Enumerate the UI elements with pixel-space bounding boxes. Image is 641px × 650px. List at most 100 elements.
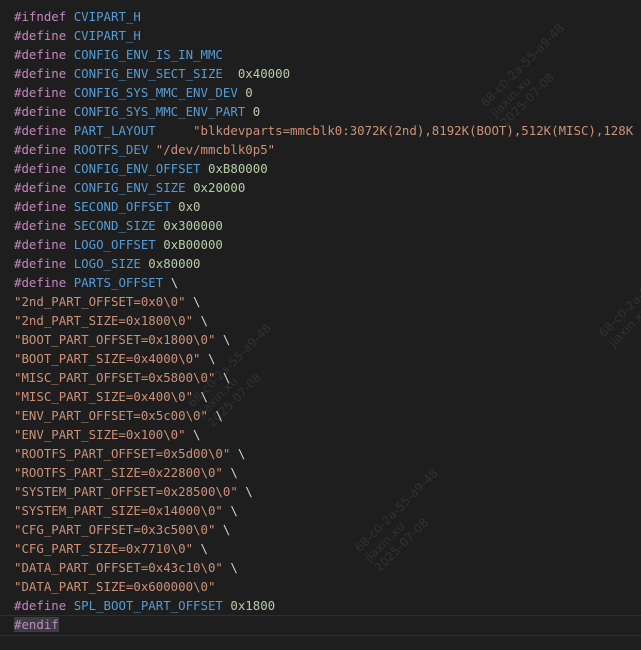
code-line-24: "ROOTFS_PART_OFFSET=0x5d00\0" \ bbox=[14, 444, 641, 463]
line-continuation: \ bbox=[200, 541, 208, 556]
macro-name: CONFIG_ENV_SIZE bbox=[73, 180, 186, 195]
code-line-4: #define CONFIG_ENV_SECT_SIZE 0x40000 bbox=[14, 64, 641, 83]
directive: #define bbox=[14, 199, 67, 214]
string-literal: "ENV_PART_OFFSET=0x5c00\0" bbox=[14, 408, 208, 423]
code-line-18: "BOOT_PART_OFFSET=0x1800\0" \ bbox=[14, 330, 641, 349]
macro-value: 0 bbox=[245, 85, 253, 100]
directive: #define bbox=[14, 85, 67, 100]
string-literal: "SYSTEM_PART_OFFSET=0x28500\0" bbox=[14, 484, 238, 499]
string-literal: "MISC_PART_OFFSET=0x5800\0" bbox=[14, 370, 216, 385]
macro-name: SECOND_SIZE bbox=[73, 218, 156, 233]
directive-selected: #endif bbox=[14, 617, 59, 632]
macro-name: CONFIG_SYS_MMC_ENV_PART bbox=[73, 104, 246, 119]
code-line-7: #define PART_LAYOUT "blkdevparts=mmcblk0… bbox=[14, 121, 641, 140]
line-continuation: \ bbox=[237, 446, 246, 461]
code-line-8: #define ROOTFS_DEV "/dev/mmcblk0p5" bbox=[14, 140, 641, 159]
line-continuation: \ bbox=[207, 351, 216, 366]
code-line-27: "SYSTEM_PART_SIZE=0x14000\0" \ bbox=[14, 501, 641, 520]
code-line-12: #define SECOND_SIZE 0x300000 bbox=[14, 216, 641, 235]
code-line-30: "DATA_PART_OFFSET=0x43c10\0" \ bbox=[14, 558, 641, 577]
macro-string-value: "blkdevparts=mmcblk0:3072K(2nd),8192K(BO… bbox=[193, 123, 634, 138]
string-literal: "SYSTEM_PART_SIZE=0x14000\0" bbox=[14, 503, 223, 518]
macro-value: 0x1800 bbox=[230, 598, 276, 613]
string-literal: "DATA_PART_OFFSET=0x43c10\0" bbox=[14, 560, 223, 575]
code-line-11: #define SECOND_OFFSET 0x0 bbox=[14, 197, 641, 216]
code-line-32: #define SPL_BOOT_PART_OFFSET 0x1800 bbox=[14, 596, 641, 615]
macro-name: CONFIG_ENV_SECT_SIZE bbox=[73, 66, 223, 81]
code-lines: #ifndef CVIPART_H #define CVIPART_H #def… bbox=[14, 7, 641, 634]
code-line-14: #define LOGO_SIZE 0x80000 bbox=[14, 254, 641, 273]
line-continuation: \ bbox=[200, 313, 208, 328]
line-continuation: \ bbox=[245, 484, 253, 499]
code-line-13: #define LOGO_OFFSET 0xB00000 bbox=[14, 235, 641, 254]
code-line-3: #define CONFIG_ENV_IS_IN_MMC bbox=[14, 45, 641, 64]
string-literal: "2nd_PART_OFFSET=0x0\0" bbox=[14, 294, 186, 309]
line-continuation: \ bbox=[222, 522, 231, 537]
directive: #ifndef bbox=[14, 9, 67, 24]
macro-name: ROOTFS_DEV bbox=[73, 142, 149, 157]
code-line-28: "CFG_PART_OFFSET=0x3c500\0" \ bbox=[14, 520, 641, 539]
string-literal: "ROOTFS_PART_SIZE=0x22800\0" bbox=[14, 465, 223, 480]
macro-name: CONFIG_ENV_IS_IN_MMC bbox=[73, 47, 223, 62]
directive: #define bbox=[14, 275, 67, 290]
string-literal: "CFG_PART_SIZE=0x7710\0" bbox=[14, 541, 194, 556]
directive: #define bbox=[14, 180, 67, 195]
string-literal: "BOOT_PART_SIZE=0x4000\0" bbox=[14, 351, 201, 366]
line-continuation: \ bbox=[230, 503, 238, 518]
string-literal: "BOOT_PART_OFFSET=0x1800\0" bbox=[14, 332, 216, 347]
string-literal: "CFG_PART_OFFSET=0x3c500\0" bbox=[14, 522, 216, 537]
macro-value: 0x40000 bbox=[237, 66, 291, 81]
directive: #define bbox=[14, 47, 67, 62]
line-continuation: \ bbox=[200, 389, 208, 404]
string-literal: "DATA_PART_SIZE=0x600000\0" bbox=[14, 579, 216, 594]
code-line-17: "2nd_PART_SIZE=0x1800\0" \ bbox=[14, 311, 641, 330]
macro-value: 0x20000 bbox=[193, 180, 246, 195]
code-line-21: "MISC_PART_SIZE=0x400\0" \ bbox=[14, 387, 641, 406]
code-line-22: "ENV_PART_OFFSET=0x5c00\0" \ bbox=[14, 406, 641, 425]
directive: #define bbox=[14, 256, 67, 271]
directive: #define bbox=[14, 66, 67, 81]
line-continuation: \ bbox=[222, 370, 231, 385]
string-literal: "ENV_PART_SIZE=0x100\0" bbox=[14, 427, 186, 442]
macro-name: CONFIG_SYS_MMC_ENV_DEV bbox=[73, 85, 238, 100]
macro-value: 0x300000 bbox=[163, 218, 223, 233]
line-continuation: \ bbox=[230, 465, 238, 480]
line-continuation: \ bbox=[193, 294, 201, 309]
macro-name: CVIPART_H bbox=[73, 9, 141, 24]
macro-name: CVIPART_H bbox=[73, 28, 141, 43]
macro-name: LOGO_SIZE bbox=[73, 256, 141, 271]
code-line-19: "BOOT_PART_SIZE=0x4000\0" \ bbox=[14, 349, 641, 368]
code-editor[interactable]: #ifndef CVIPART_H #define CVIPART_H #def… bbox=[0, 0, 641, 650]
macro-value: 0 bbox=[252, 104, 261, 119]
code-line-26: "SYSTEM_PART_OFFSET=0x28500\0" \ bbox=[14, 482, 641, 501]
macro-name: SPL_BOOT_PART_OFFSET bbox=[73, 598, 223, 613]
macro-name: LOGO_OFFSET bbox=[73, 237, 156, 252]
directive: #define bbox=[14, 28, 67, 43]
macro-value: 0x80000 bbox=[148, 256, 201, 271]
code-line-5: #define CONFIG_SYS_MMC_ENV_DEV 0 bbox=[14, 83, 641, 102]
code-line-31: "DATA_PART_SIZE=0x600000\0" bbox=[14, 577, 641, 596]
code-line-33: #endif bbox=[14, 615, 641, 634]
directive: #define bbox=[14, 237, 67, 252]
code-line-9: #define CONFIG_ENV_OFFSET 0xB80000 bbox=[14, 159, 641, 178]
line-continuation: \ bbox=[230, 560, 238, 575]
code-line-1: #ifndef CVIPART_H bbox=[14, 7, 641, 26]
code-line-29: "CFG_PART_SIZE=0x7710\0" \ bbox=[14, 539, 641, 558]
string-literal: "2nd_PART_SIZE=0x1800\0" bbox=[14, 313, 194, 328]
macro-value: 0x0 bbox=[178, 199, 201, 214]
macro-name: CONFIG_ENV_OFFSET bbox=[73, 161, 201, 176]
macro-name: PART_LAYOUT bbox=[73, 123, 156, 138]
directive: #define bbox=[14, 598, 67, 613]
code-line-20: "MISC_PART_OFFSET=0x5800\0" \ bbox=[14, 368, 641, 387]
macro-value: 0xB00000 bbox=[163, 237, 223, 252]
directive: #define bbox=[14, 123, 67, 138]
directive: #define bbox=[14, 161, 67, 176]
string-literal: "ROOTFS_PART_OFFSET=0x5d00\0" bbox=[14, 446, 231, 461]
directive: #define bbox=[14, 142, 67, 157]
code-line-2: #define CVIPART_H bbox=[14, 26, 641, 45]
code-line-16: "2nd_PART_OFFSET=0x0\0" \ bbox=[14, 292, 641, 311]
line-continuation: \ bbox=[215, 408, 223, 423]
string-literal: "MISC_PART_SIZE=0x400\0" bbox=[14, 389, 194, 404]
macro-value: 0xB80000 bbox=[207, 161, 268, 176]
code-line-23: "ENV_PART_SIZE=0x100\0" \ bbox=[14, 425, 641, 444]
